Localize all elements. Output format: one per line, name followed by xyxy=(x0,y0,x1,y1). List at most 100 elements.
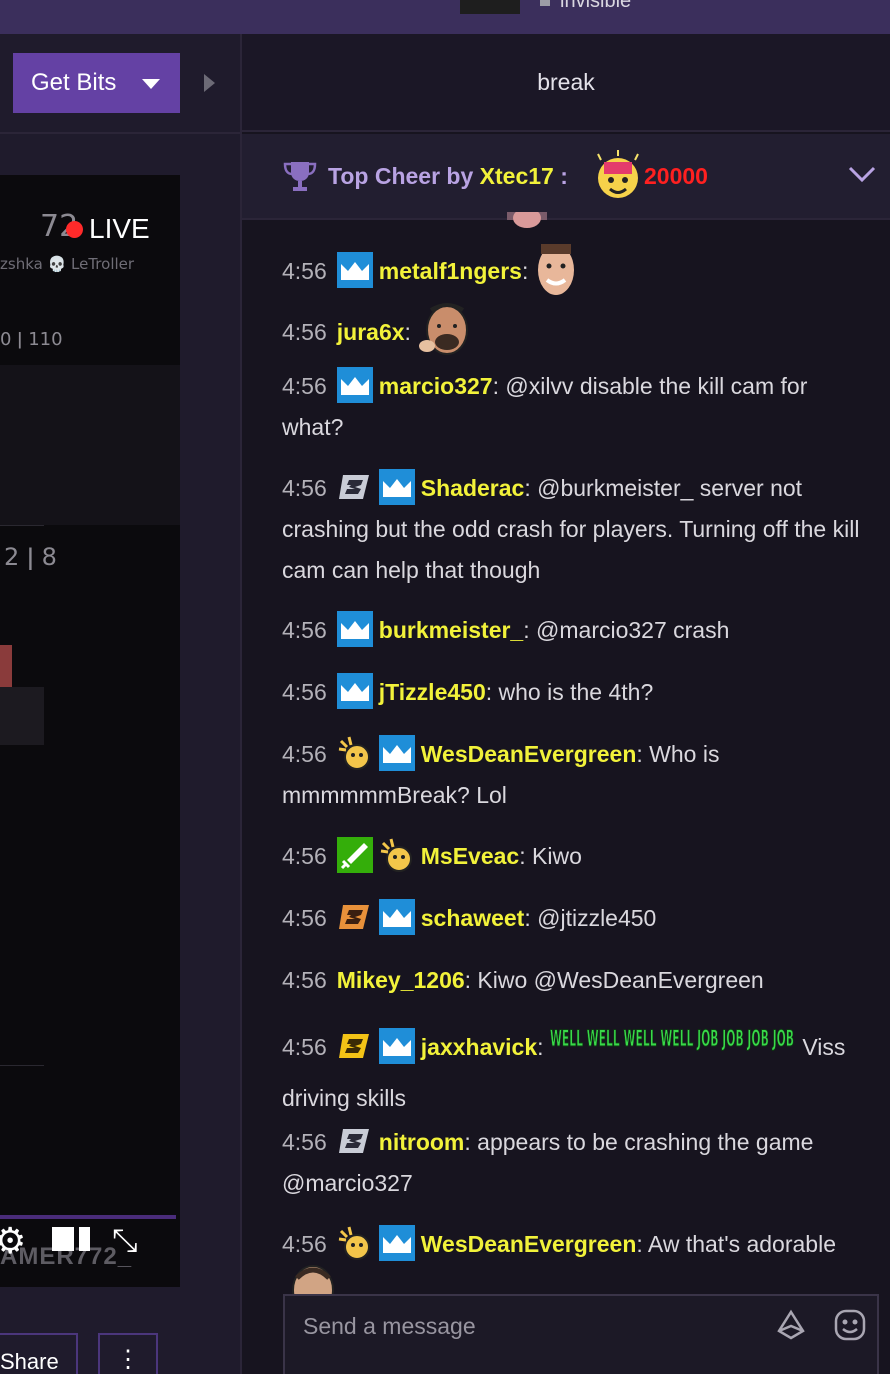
message-username[interactable]: nitroom xyxy=(379,1129,465,1155)
top-cheer-suffix: : xyxy=(553,163,568,189)
chat-message-list: 4:56 metalf1ngers: 4:56 jura6x: 4:56 marcio… xyxy=(282,220,872,1290)
message-username[interactable]: metalf1ngers xyxy=(379,258,522,284)
chat-message: 4:56 WesDeanEvergreen: Who is mmmmmmBreak… xyxy=(282,734,867,816)
game-hud-row: 2 ǀ 8 xyxy=(4,543,57,571)
top-thumbnail[interactable] xyxy=(460,0,520,14)
message-username[interactable]: MsEveac xyxy=(421,843,519,869)
divider xyxy=(0,525,44,526)
sub-crown-badge-icon[interactable] xyxy=(336,672,373,709)
chevron-down-icon[interactable] xyxy=(848,164,876,184)
chat-message: 4:56 schaweet: @jtizzle450 xyxy=(282,898,867,939)
top-cheer-text: Top Cheer by Xtec17 : xyxy=(328,163,568,190)
chat-message: 4:56 MsEveac: Kiwo xyxy=(282,836,867,877)
live-dot-icon xyxy=(66,221,83,238)
message-text: @jtizzle450 xyxy=(530,905,657,931)
bits-icon[interactable] xyxy=(775,1309,807,1341)
message-username[interactable]: marcio327 xyxy=(379,373,493,399)
sub-crown-badge-icon[interactable] xyxy=(336,366,373,403)
chat-header-title: break xyxy=(537,68,595,95)
bits-badge-icon[interactable] xyxy=(337,1123,373,1159)
live-label: LIVE xyxy=(89,213,150,244)
sub-crown-badge-icon[interactable] xyxy=(378,468,415,505)
sub-crown-badge-icon[interactable] xyxy=(336,252,373,288)
status-indicator xyxy=(540,0,550,6)
message-username[interactable]: WesDeanEvergreen xyxy=(421,741,637,767)
game-hud-names: zshka 💀 LeTroller xyxy=(0,255,135,273)
more-options-button[interactable]: ⋮ xyxy=(98,1333,158,1374)
cheer-hand-badge-icon[interactable] xyxy=(337,1225,373,1261)
sub-crown-badge-icon[interactable] xyxy=(378,898,415,935)
message-time: 4:56 xyxy=(282,475,327,501)
divider xyxy=(0,1065,44,1066)
message-time: 4:56 xyxy=(282,258,327,285)
message-username[interactable]: Shaderac xyxy=(421,475,525,501)
message-time: 4:56 xyxy=(282,1231,327,1257)
chat-message: 4:56 jaxxhavick: WELL WELL WELL WELL JOB … xyxy=(282,1020,867,1119)
message-time: 4:56 xyxy=(282,1034,327,1061)
message-username[interactable]: jura6x xyxy=(337,319,405,345)
message-time: 4:56 xyxy=(282,679,327,705)
sub-crown-badge-icon[interactable] xyxy=(336,610,373,647)
chat-message: 4:56 nitroom: appears to be crashing the … xyxy=(282,1122,867,1204)
chat-header: break xyxy=(242,34,890,132)
trophy-icon xyxy=(283,162,317,191)
well-job-emote: WELL WELL WELL WELL JOB JOB JOB JOB xyxy=(550,1027,795,1053)
face-emote-icon xyxy=(537,244,574,295)
message-colon: : xyxy=(404,319,411,346)
chat-message: 4:56 WesDeanEvergreen: Aw that's adorable xyxy=(282,1224,867,1265)
message-username[interactable]: Mikey_1206 xyxy=(337,967,465,993)
sub-crown-badge-icon[interactable] xyxy=(378,1224,415,1261)
moderator-sword-badge-icon[interactable] xyxy=(336,836,373,873)
game-hud-row: 0 ǀ 110 xyxy=(0,329,63,350)
chat-message: 4:56 burkmeister_: @marcio327 crash xyxy=(282,610,867,651)
settings-gear-icon[interactable]: ⚙ xyxy=(0,1221,26,1262)
emoji-picker-icon[interactable] xyxy=(833,1308,867,1342)
message-text: @marcio327 crash xyxy=(529,617,730,643)
message-username[interactable]: jaxxhavick xyxy=(421,1034,537,1060)
top-cheer-user[interactable]: Xtec17 xyxy=(480,163,554,189)
theatre-mode-icon[interactable] xyxy=(52,1227,90,1251)
chat-input-box xyxy=(283,1294,879,1374)
bits-badge-icon[interactable] xyxy=(337,899,373,935)
message-username[interactable]: WesDeanEvergreen xyxy=(421,1231,637,1257)
cheer-hand-badge-icon[interactable] xyxy=(337,735,373,771)
emote-text: WELL WELL WELL WELL JOB JOB JOB JOB xyxy=(550,1027,794,1052)
get-bits-label: Get Bits xyxy=(31,69,117,96)
header-rule xyxy=(0,132,241,134)
face-emote-icon xyxy=(292,1265,334,1294)
player-progress-strip xyxy=(0,1215,176,1219)
message-username[interactable]: burkmeister_ xyxy=(379,617,523,643)
get-bits-button[interactable]: Get Bits xyxy=(13,53,180,113)
sub-crown-badge-icon[interactable] xyxy=(378,1028,415,1064)
top-cheer-amount: 20000 xyxy=(644,163,708,189)
chat-message: 4:56 marcio327: @xilvv disable the kill c… xyxy=(282,366,867,448)
message-time: 4:56 xyxy=(282,741,327,767)
video-player[interactable]: 72 LIVE zshka 💀 LeTroller 0 ǀ 110 2 ǀ 8 … xyxy=(0,175,180,1287)
message-username[interactable]: jTizzle450 xyxy=(379,679,486,705)
game-hud-panel xyxy=(0,365,180,525)
message-time: 4:56 xyxy=(282,373,327,399)
share-button[interactable]: Share xyxy=(0,1333,78,1374)
message-username[interactable]: schaweet xyxy=(421,905,525,931)
game-hud-box xyxy=(0,687,44,745)
bits-badge-icon[interactable] xyxy=(337,469,373,505)
chat-message: 4:56 jTizzle450: who is the 4th? xyxy=(282,672,867,713)
cheer-hand-badge-icon[interactable] xyxy=(379,837,415,873)
laughing-face-emote-icon xyxy=(419,303,469,355)
collapse-arrow-icon[interactable] xyxy=(204,74,215,92)
bits-badge-icon[interactable] xyxy=(337,1028,373,1064)
message-time: 4:56 xyxy=(282,843,327,869)
message-time: 4:56 xyxy=(282,905,327,931)
sub-crown-badge-icon[interactable] xyxy=(378,734,415,771)
message-text: who is the 4th? xyxy=(492,679,654,705)
chat-message-input[interactable] xyxy=(285,1296,765,1356)
message-time: 4:56 xyxy=(282,319,327,346)
game-hud-marker xyxy=(0,645,12,691)
fullscreen-icon[interactable]: ⤡ xyxy=(112,1221,138,1260)
pinned-top-cheer: Top Cheer by Xtec17 : 20000 xyxy=(242,134,890,220)
status-text[interactable]: invisible xyxy=(560,0,631,13)
message-text: Kiwo @WesDeanEvergreen xyxy=(471,967,764,993)
message-text: Aw that's adorable xyxy=(642,1231,836,1257)
cheer-emote-icon xyxy=(597,150,639,198)
message-text: Kiwo xyxy=(525,843,582,869)
